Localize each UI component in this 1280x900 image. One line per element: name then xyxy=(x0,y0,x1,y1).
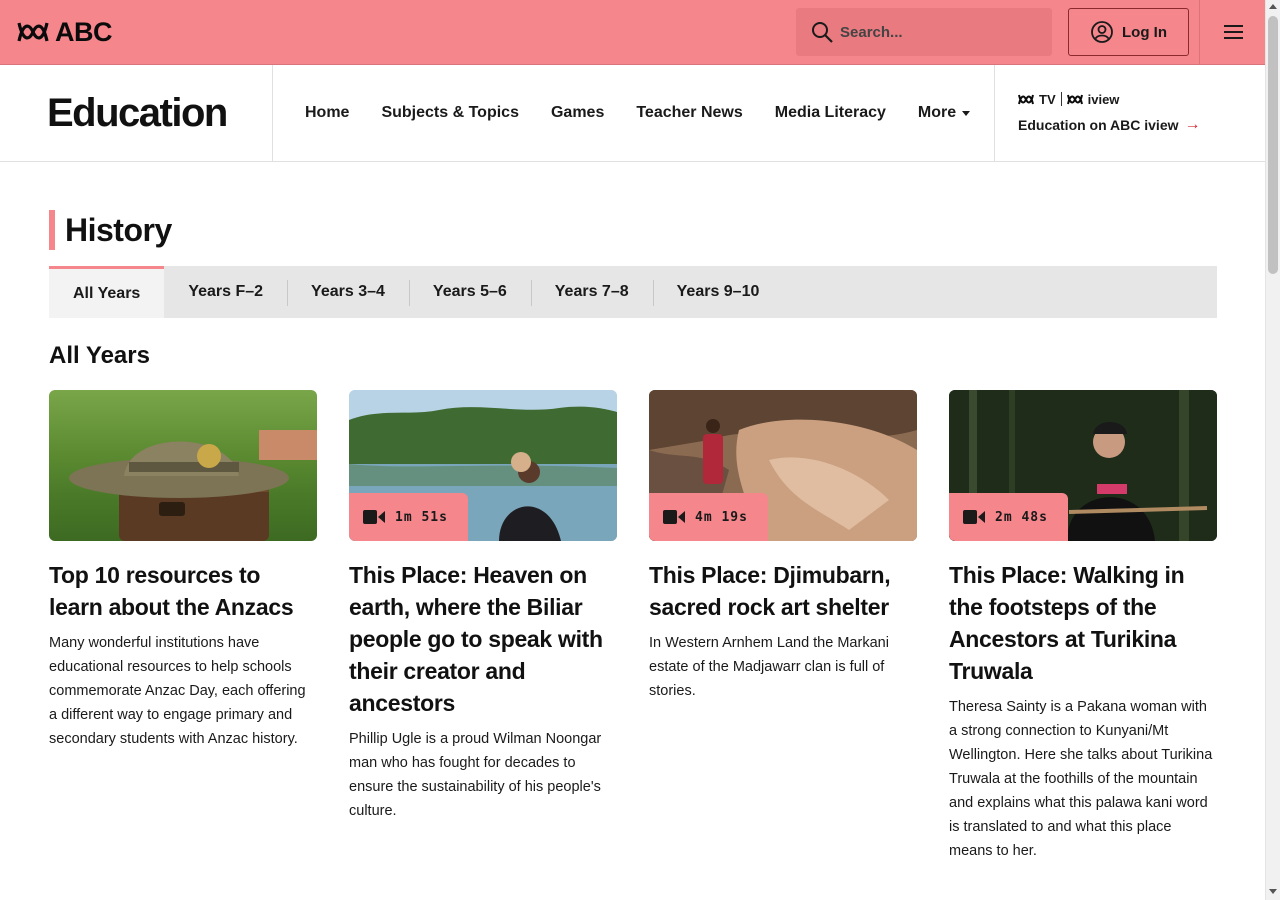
video-camera-icon xyxy=(663,510,685,524)
card-item[interactable]: 4m 19s This Place: Djimubarn, sacred roc… xyxy=(649,390,917,863)
card-title[interactable]: This Place: Heaven on earth, where the B… xyxy=(349,559,617,719)
tab-all-years[interactable]: All Years xyxy=(49,266,165,318)
nav-item-teacher-news[interactable]: Teacher News xyxy=(620,104,758,122)
card-title[interactable]: This Place: Walking in the footsteps of … xyxy=(949,559,1217,687)
page-scrollbar[interactable] xyxy=(1265,0,1280,900)
iview-promo[interactable]: TV iview Education on ABC iview → xyxy=(1018,91,1201,134)
iview-logos: TV iview xyxy=(1018,91,1201,107)
nav-item-media-literacy[interactable]: Media Literacy xyxy=(759,104,902,122)
video-duration-badge: 1m 51s xyxy=(349,493,468,541)
section-header: Education Home Subjects & Topics Games T… xyxy=(0,65,1265,162)
card-description: Many wonderful institutions have educati… xyxy=(49,635,306,747)
card-thumbnail[interactable]: 1m 51s xyxy=(349,390,617,541)
tab-years-5-6[interactable]: Years 5–6 xyxy=(408,266,531,318)
nav-item-games[interactable]: Games xyxy=(535,104,620,122)
tab-years-3-4[interactable]: Years 3–4 xyxy=(287,266,409,318)
video-duration: 4m 19s xyxy=(695,509,748,525)
card-title[interactable]: This Place: Djimubarn, sacred rock art s… xyxy=(649,559,917,623)
card-thumbnail[interactable]: 2m 48s xyxy=(949,390,1217,541)
iview-link-label: Education on ABC iview xyxy=(1018,117,1179,133)
card-title[interactable]: Top 10 resources to learn about the Anza… xyxy=(49,559,317,623)
user-icon xyxy=(1091,21,1113,43)
nav-item-more[interactable]: More xyxy=(902,104,986,122)
nav-item-subjects-topics[interactable]: Subjects & Topics xyxy=(365,104,535,122)
video-camera-icon xyxy=(963,510,985,524)
global-header: ABC Log In xyxy=(0,0,1265,65)
iview-link[interactable]: Education on ABC iview → xyxy=(1018,116,1201,134)
page-heading: History xyxy=(49,210,172,250)
scroll-up-icon[interactable] xyxy=(1269,4,1277,9)
section-title[interactable]: Education xyxy=(47,91,228,136)
abc-lissajous-icon xyxy=(1066,94,1083,104)
header-divider xyxy=(1199,0,1200,64)
abc-logo-text: ABC xyxy=(55,16,113,47)
search-input[interactable] xyxy=(840,23,1030,41)
arrow-right-icon: → xyxy=(1184,116,1201,133)
card-list: Top 10 resources to learn about the Anza… xyxy=(49,390,1217,863)
section-divider xyxy=(272,65,273,161)
card-item[interactable]: 2m 48s This Place: Walking in the footst… xyxy=(949,390,1217,863)
card-description: Phillip Ugle is a proud Wilman Noongar m… xyxy=(349,731,602,819)
search-box[interactable] xyxy=(796,8,1052,56)
video-duration: 2m 48s xyxy=(995,509,1048,525)
abc-logo[interactable]: ABC xyxy=(17,16,113,47)
card-thumbnail[interactable] xyxy=(49,390,317,541)
card-item[interactable]: 1m 51s This Place: Heaven on earth, wher… xyxy=(349,390,617,863)
abc-lissajous-icon xyxy=(1018,94,1034,104)
tab-years-f-2[interactable]: Years F–2 xyxy=(164,266,287,318)
card-description: In Western Arnhem Land the Markani estat… xyxy=(649,635,889,699)
card-thumbnail[interactable]: 4m 19s xyxy=(649,390,917,541)
abc-lissajous-icon xyxy=(17,22,49,42)
abc-iview-logo: iview xyxy=(1087,91,1120,107)
scrollbar-thumb[interactable] xyxy=(1268,16,1278,274)
login-label: Log In xyxy=(1122,23,1167,41)
video-duration-badge: 4m 19s xyxy=(649,493,768,541)
heading-accent-bar xyxy=(49,210,55,250)
nav-more-label: More xyxy=(917,104,957,121)
nav-item-home[interactable]: Home xyxy=(289,104,365,122)
abc-tv-logo: TV xyxy=(1039,91,1056,107)
search-icon xyxy=(812,22,833,43)
year-tabs: All Years Years F–2 Years 3–4 Years 5–6 … xyxy=(49,266,1217,318)
video-duration-badge: 2m 48s xyxy=(949,493,1068,541)
scroll-down-icon[interactable] xyxy=(1269,889,1277,894)
menu-icon[interactable] xyxy=(1212,20,1254,44)
section-subheading: All Years xyxy=(49,342,150,369)
tab-years-9-10[interactable]: Years 9–10 xyxy=(652,266,784,318)
card-item[interactable]: Top 10 resources to learn about the Anza… xyxy=(49,390,317,863)
section-nav: Home Subjects & Topics Games Teacher New… xyxy=(289,65,986,161)
section-divider xyxy=(994,65,995,161)
video-camera-icon xyxy=(363,510,385,524)
chevron-down-icon xyxy=(962,110,971,116)
login-button[interactable]: Log In xyxy=(1068,8,1189,56)
card-description: Theresa Sainty is a Pakana woman with a … xyxy=(949,699,1213,859)
page-title: History xyxy=(65,211,172,248)
tab-years-7-8[interactable]: Years 7–8 xyxy=(530,266,653,318)
slouch-hat-image xyxy=(69,430,317,541)
video-duration: 1m 51s xyxy=(395,509,448,525)
